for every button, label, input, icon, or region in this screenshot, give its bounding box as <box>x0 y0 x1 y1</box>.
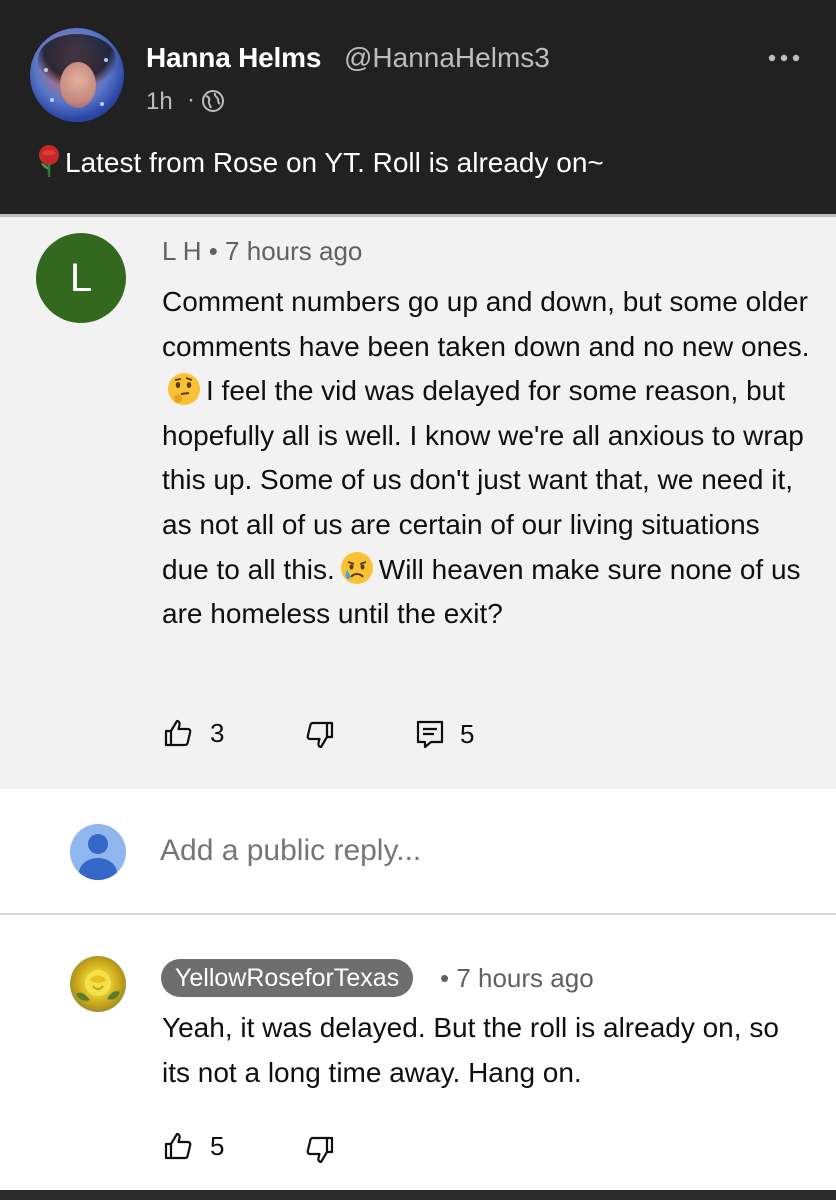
like-count: 3 <box>210 717 225 748</box>
comment-reply-icon <box>416 720 444 749</box>
avatar-sparkle <box>104 58 108 62</box>
thumbs-down-icon <box>306 721 334 749</box>
post-text-content: Latest from Rose on YT. Roll is already … <box>65 147 604 178</box>
comment-meta: L H • 7 hours ago <box>162 236 363 266</box>
avatar-sparkle <box>50 98 54 102</box>
author-name[interactable]: Hanna Helms <box>146 42 321 74</box>
reply-author-name[interactable]: YellowRoseforTexas <box>161 959 414 997</box>
author-handle[interactable]: @HannaHelms3 <box>344 42 550 74</box>
rose-icon <box>39 145 59 177</box>
avatar-body <box>79 858 117 880</box>
dislike-button[interactable] <box>304 719 336 751</box>
like-button[interactable]: 3 <box>162 717 224 749</box>
avatar-sparkle <box>100 102 104 106</box>
author-avatar[interactable] <box>30 28 124 122</box>
thinking-face-emoji <box>168 373 200 406</box>
reply-count: 5 <box>460 718 475 749</box>
current-user-avatar <box>70 824 126 880</box>
reply-time: • 7 hours ago <box>440 963 594 993</box>
post-header <box>0 0 836 214</box>
reply-like-count: 5 <box>210 1130 225 1161</box>
reply-button[interactable]: 5 <box>414 718 474 750</box>
reply-author-avatar[interactable] <box>70 956 126 1012</box>
comment-divider <box>0 214 836 217</box>
globe-icon <box>202 90 224 112</box>
avatar-head <box>88 834 108 854</box>
comment-body: Comment numbers go up and down, but some… <box>162 280 812 637</box>
bottom-edge <box>0 1190 836 1200</box>
post-time: 1h <box>146 88 173 115</box>
section-divider <box>0 913 836 915</box>
avatar-sparkle <box>44 68 48 72</box>
commenter-avatar[interactable]: L <box>36 233 126 323</box>
reply-dislike-button[interactable] <box>304 1134 336 1166</box>
thumbs-up-icon <box>164 1132 192 1160</box>
post-text: Latest from Rose on YT. Roll is already … <box>35 144 604 179</box>
more-options-icon[interactable] <box>766 48 802 68</box>
reply-like-button[interactable]: 5 <box>162 1130 224 1162</box>
thumbs-down-icon <box>306 1136 334 1164</box>
thumbs-up-icon <box>164 719 192 747</box>
avatar-face <box>60 62 96 108</box>
reply-body: Yeah, it was delayed. But the roll is al… <box>162 1012 779 1088</box>
reply-input[interactable] <box>160 834 760 868</box>
yellow-rose-icon <box>76 970 120 1001</box>
comment-text-1: Comment numbers go up and down, but some… <box>162 286 810 362</box>
meta-separator: · <box>187 86 195 113</box>
sad-but-relieved-face-emoji <box>340 551 373 584</box>
